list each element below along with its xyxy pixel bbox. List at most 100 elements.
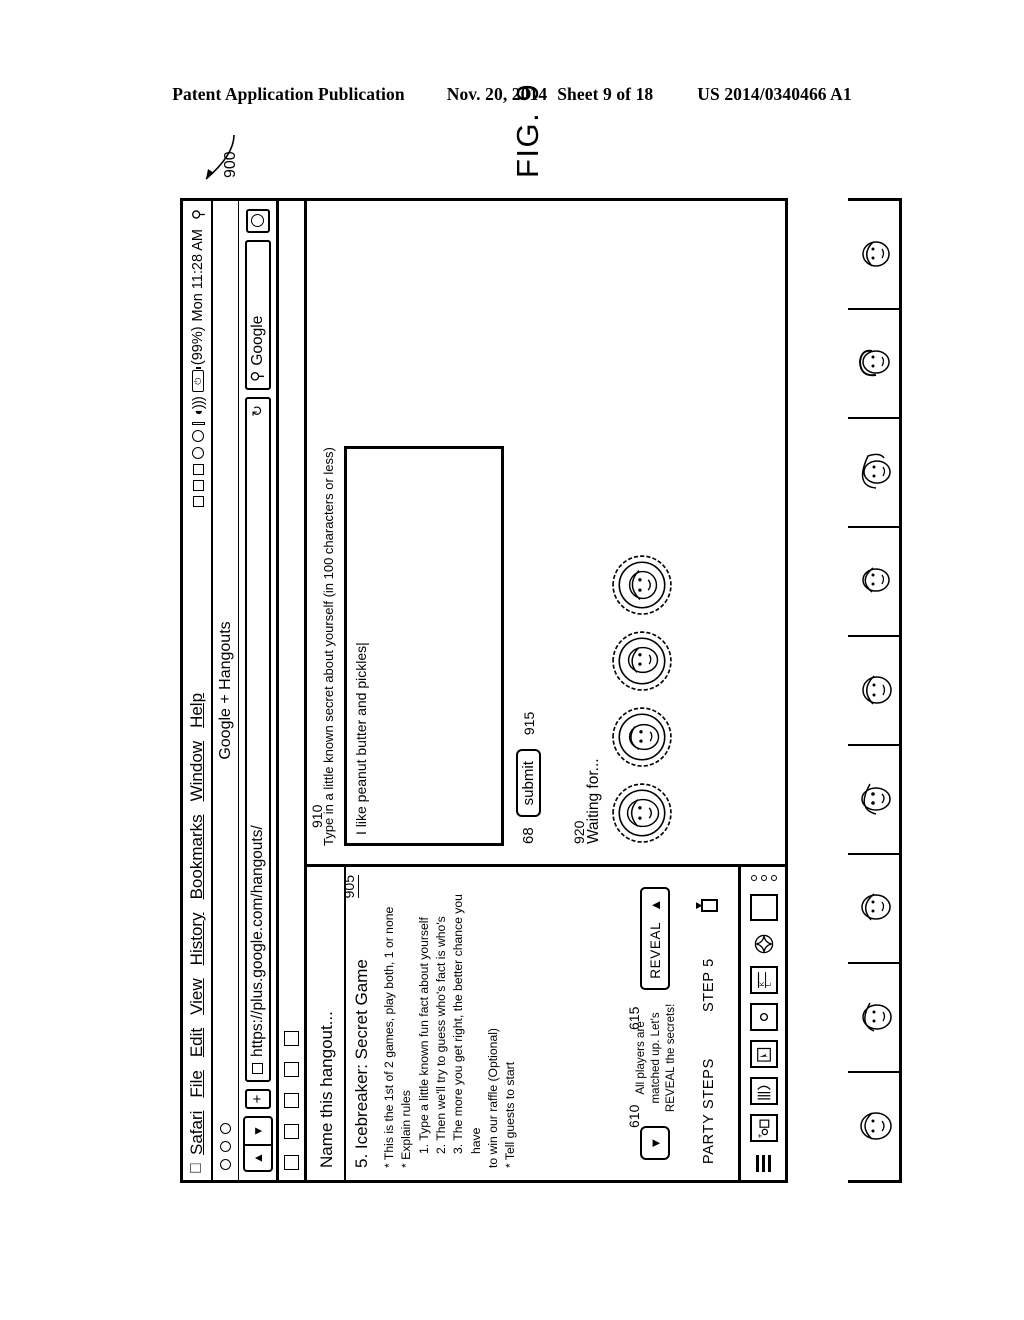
minimize-button[interactable] [220,1141,231,1152]
step-marker-icon [700,899,718,913]
waiting-avatar [611,782,673,844]
reload-icon[interactable]: ↻ [249,405,266,417]
new-tab-button[interactable]: + [244,1089,271,1109]
rule-line: 2. Then we'll try to guess who's fact is… [433,916,448,1154]
rule-line: 1. Type a little known fun fact about yo… [416,917,431,1154]
forward-button[interactable]: ▼ [245,1118,271,1144]
menu-item-edit[interactable]: Edit [187,1028,207,1057]
publication-number: US 2014/0340466 A1 [697,84,852,104]
hangout-content-area: Name this hangout... 905 5. Icebreaker: … [307,201,786,1180]
participant-thumbnail[interactable] [848,526,899,635]
camera-icon[interactable] [749,1003,778,1031]
screenshare-icon[interactable] [749,1040,778,1068]
submit-row: 68 submit 915 [516,219,541,844]
spotlight-search-icon[interactable]: ⚲ [189,209,207,220]
battery-percent: (99%) [190,326,206,366]
zoom-button[interactable] [220,1123,231,1134]
window-traffic-lights[interactable] [220,1123,231,1170]
participant-thumbnail[interactable] [848,962,899,1071]
menu-item-view[interactable]: View [187,978,207,1015]
nav-buttons[interactable]: ▲ ▼ [242,1116,273,1172]
party-step-sheet: Name this hangout... 905 5. Icebreaker: … [307,867,738,1180]
waiting-avatar-list [611,219,673,844]
chat-icon[interactable] [749,1077,778,1105]
search-magnifier-icon: ⚲ [249,370,266,382]
reader-circle-icon [251,214,264,228]
status-icon-5[interactable] [192,430,204,443]
bookmark-item[interactable] [284,1124,299,1139]
game-panel: 910 Type in a little known secret about … [307,201,786,864]
close-button[interactable] [220,1159,231,1170]
participant-thumbnail[interactable] [848,635,899,744]
status-icon-2[interactable] [192,480,204,492]
party-steps-footer: PARTY STEPS STEP 5 [692,867,726,1180]
rule-line: to win our raffle (Optional) [485,1028,500,1168]
svg-text:L: L [765,982,772,986]
status-icon-3[interactable] [192,464,204,476]
reference-numeral-905: 905 [341,875,359,899]
participant-filmstrip [848,198,902,1183]
menu-item-window[interactable]: Window [187,741,207,801]
submit-button[interactable]: submit [516,749,541,818]
menu-item-bookmarks[interactable]: Bookmarks [187,814,207,899]
menu-icon[interactable] [756,1155,771,1172]
window-title-bar: Google + Hangouts [213,201,239,1180]
next-step-arrow-icon: ▲ [647,897,663,912]
capture-icon[interactable]: K L [749,966,778,994]
left-panel: Name this hangout... 905 5. Icebreaker: … [307,864,786,1180]
more-options-icon[interactable] [750,875,777,881]
participant-thumbnail[interactable] [848,308,899,417]
invite-people-icon[interactable]: + [749,1114,778,1142]
participant-thumbnail[interactable] [848,201,899,308]
address-bar[interactable]: https://plus.google.com/hangouts/ ↻ [244,397,271,1082]
hangout-name-field[interactable]: Name this hangout... [317,877,337,1168]
callout-leader-900 [205,134,235,180]
menu-item-history[interactable]: History [187,912,207,965]
apple-logo-icon:  [188,1162,205,1174]
bookmark-item[interactable] [284,1093,299,1108]
status-icon-1[interactable] [192,496,204,508]
status-icon-6[interactable] [191,422,205,426]
bookmarks-bar [279,201,307,1180]
menu-bar-status-items: ◖))) ⏻ (99%) Mon 11:28 AM ⚲ [183,209,213,508]
search-field-placeholder: Google [248,315,266,366]
waiting-label: Waiting for... [585,758,602,844]
apps-icon[interactable] [749,894,778,922]
reference-numeral-910: 910 [309,804,325,828]
rule-line: 3. The more you get right, the better ch… [451,894,483,1154]
participant-thumbnail[interactable] [848,853,899,962]
hangout-tool-sidebar: + K L [738,867,786,1180]
reveal-button-label: REVEAL [647,921,663,979]
status-icon-4[interactable] [192,447,204,460]
participant-thumbnail[interactable] [848,744,899,853]
menu-bar-clock[interactable]: Mon 11:28 AM [190,229,206,321]
reader-mode-button[interactable] [245,209,270,233]
participant-thumbnail[interactable] [848,417,899,526]
participant-thumbnail[interactable] [848,1071,899,1180]
menu-item-safari[interactable]: Safari [187,1111,207,1155]
menu-item-help[interactable]: Help [187,693,207,728]
secret-input[interactable]: I like peanut butter and pickles| [344,446,504,846]
character-count: 68 [520,827,537,844]
battery-icon[interactable]: ⏻ [192,370,204,393]
bookmark-item[interactable] [284,1031,299,1046]
waiting-avatar [611,630,673,692]
bookmark-item[interactable] [284,1062,299,1077]
browser-toolbar: ▲ ▼ + https://plus.google.com/hangouts/ … [239,201,279,1180]
reveal-button[interactable]: REVEAL ▲ [640,886,671,990]
waiting-section: 920 Waiting for... [571,219,673,844]
menu-item-file[interactable]: File [187,1070,207,1097]
figure-9-rotated-canvas:  Safari File Edit View History Bookmark… [180,83,902,1183]
previous-step-button[interactable]: ▼ [640,1126,671,1161]
waiting-avatar [611,554,673,616]
publication-label: Patent Application Publication [172,84,405,104]
page-favicon-icon [252,1063,263,1074]
bookmark-item[interactable] [284,1155,299,1170]
rule-line: * This is the 1st of 2 games, play both,… [382,906,396,1168]
search-field[interactable]: ⚲ Google [244,240,271,390]
back-button[interactable]: ▲ [244,1144,271,1170]
sheet-label: Sheet 9 of 18 [557,84,654,104]
wifi-icon[interactable]: ◖))) [190,397,207,417]
effects-icon[interactable] [749,930,778,957]
figure-label: FIG. 9 [510,82,545,178]
